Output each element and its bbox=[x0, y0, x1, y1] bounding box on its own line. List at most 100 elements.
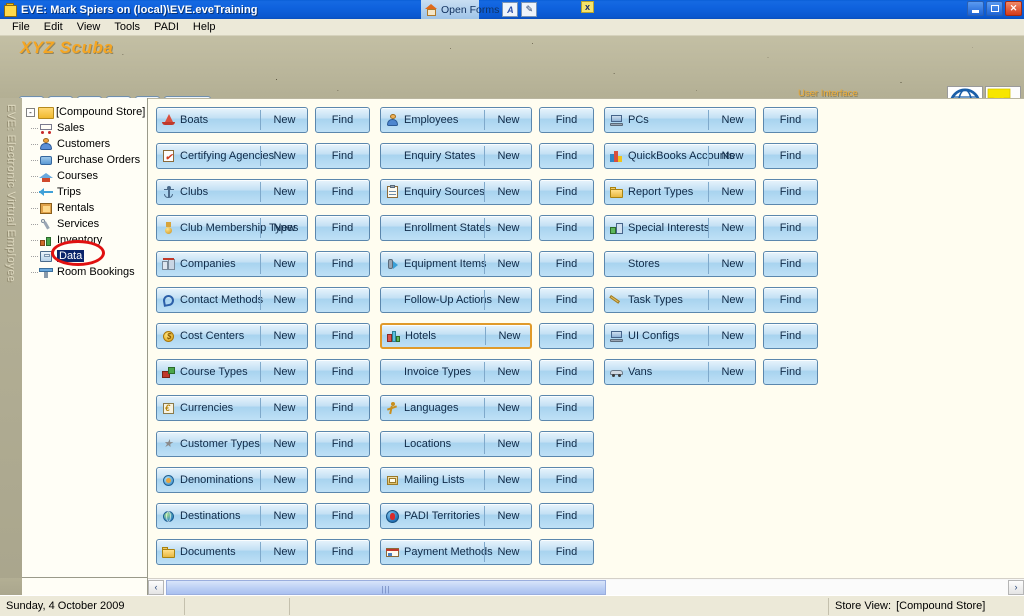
entity-button-stores[interactable]: Stores New bbox=[604, 251, 756, 277]
find-button-padi-territories[interactable]: Find bbox=[539, 503, 594, 529]
entity-button-languages[interactable]: Languages New bbox=[380, 395, 532, 421]
entity-button-vans[interactable]: Vans New bbox=[604, 359, 756, 385]
menu-item-file[interactable]: File bbox=[5, 20, 37, 34]
new-button-quickbooks-accounts[interactable]: New bbox=[708, 150, 757, 162]
menu-item-tools[interactable]: Tools bbox=[107, 20, 147, 34]
find-button-hotels[interactable]: Find bbox=[539, 323, 594, 349]
find-button-companies[interactable]: Find bbox=[315, 251, 370, 277]
new-button-customer-types[interactable]: New bbox=[260, 438, 309, 450]
new-button-companies[interactable]: New bbox=[260, 258, 309, 270]
entity-button-customer-types[interactable]: ★ Customer Types New bbox=[156, 431, 308, 457]
new-button-languages[interactable]: New bbox=[484, 402, 533, 414]
edit-button[interactable] bbox=[135, 96, 160, 98]
find-button-documents[interactable]: Find bbox=[315, 539, 370, 565]
find-button-enrollment-states[interactable]: Find bbox=[539, 215, 594, 241]
calendar-button[interactable]: 8 bbox=[106, 96, 131, 98]
new-button-course-types[interactable]: New bbox=[260, 366, 309, 378]
entity-button-employees[interactable]: Employees New bbox=[380, 107, 532, 133]
entity-button-hotels[interactable]: Hotels New bbox=[380, 323, 532, 349]
find-button-certifying-agencies[interactable]: Find bbox=[315, 143, 370, 169]
new-button-currencies[interactable]: New bbox=[260, 402, 309, 414]
new-button-clubs[interactable]: New bbox=[260, 186, 309, 198]
new-button-enrollment-states[interactable]: New bbox=[484, 222, 533, 234]
find-button-locations[interactable]: Find bbox=[539, 431, 594, 457]
entity-button-cost-centers[interactable]: $ Cost Centers New bbox=[156, 323, 308, 349]
tree-item-rentals[interactable]: Rentals bbox=[22, 200, 147, 216]
new-button-hotels[interactable]: New bbox=[485, 330, 534, 342]
tree-item-courses[interactable]: Courses bbox=[22, 168, 147, 184]
find-button-quickbooks-accounts[interactable]: Find bbox=[763, 143, 818, 169]
minimize-button[interactable] bbox=[967, 1, 984, 16]
horizontal-scrollbar[interactable]: ‹ ||| › bbox=[148, 578, 1024, 595]
find-button-destinations[interactable]: Find bbox=[315, 503, 370, 529]
tree-item-sales[interactable]: Sales bbox=[22, 120, 147, 136]
find-button-course-types[interactable]: Find bbox=[315, 359, 370, 385]
new-button-report-types[interactable]: New bbox=[708, 186, 757, 198]
find-button-clubs[interactable]: Find bbox=[315, 179, 370, 205]
open-folder-button[interactable] bbox=[19, 96, 44, 98]
find-button-denominations[interactable]: Find bbox=[315, 467, 370, 493]
entity-button-mailing-lists[interactable]: Mailing Lists New bbox=[380, 467, 532, 493]
find-button-ui-configs[interactable]: Find bbox=[763, 323, 818, 349]
new-button-ui-configs[interactable]: New bbox=[708, 330, 757, 342]
entity-button-padi-territories[interactable]: PADI Territories New bbox=[380, 503, 532, 529]
entity-button-special-interests[interactable]: Special Interests New bbox=[604, 215, 756, 241]
entity-button-enrollment-states[interactable]: Enrollment States New bbox=[380, 215, 532, 241]
new-button-task-types[interactable]: New bbox=[708, 294, 757, 306]
find-button-equipment-items[interactable]: Find bbox=[539, 251, 594, 277]
tree-item-customers[interactable]: Customers bbox=[22, 136, 147, 152]
menu-item-edit[interactable]: Edit bbox=[37, 20, 70, 34]
entity-button-club-membership-types[interactable]: Club Membership Types New bbox=[156, 215, 308, 241]
new-button-documents[interactable]: New bbox=[260, 546, 309, 558]
scrollbar-thumb[interactable]: ||| bbox=[166, 579, 606, 595]
new-button-cost-centers[interactable]: New bbox=[260, 330, 309, 342]
entity-button-currencies[interactable]: € Currencies New bbox=[156, 395, 308, 421]
home-button[interactable] bbox=[77, 96, 102, 98]
entity-button-companies[interactable]: Companies New bbox=[156, 251, 308, 277]
entity-button-contact-methods[interactable]: Contact Methods New bbox=[156, 287, 308, 313]
entity-button-denominations[interactable]: Denominations New bbox=[156, 467, 308, 493]
new-button-enquiry-states[interactable]: New bbox=[484, 150, 533, 162]
entity-button-documents[interactable]: Documents New bbox=[156, 539, 308, 565]
menu-item-help[interactable]: Help bbox=[186, 20, 223, 34]
find-button-follow-up-actions[interactable]: Find bbox=[539, 287, 594, 313]
new-button-invoice-types[interactable]: New bbox=[484, 366, 533, 378]
find-button-mailing-lists[interactable]: Find bbox=[539, 467, 594, 493]
new-button-employees[interactable]: New bbox=[484, 114, 533, 126]
new-button-follow-up-actions[interactable]: New bbox=[484, 294, 533, 306]
tree-item-room-bookings[interactable]: Room Bookings bbox=[22, 264, 147, 280]
tree-item-compound-store[interactable]: - [Compound Store] bbox=[22, 104, 147, 120]
find-button-vans[interactable]: Find bbox=[763, 359, 818, 385]
find-button-invoice-types[interactable]: Find bbox=[539, 359, 594, 385]
find-button-special-interests[interactable]: Find bbox=[763, 215, 818, 241]
new-button-payment-methods[interactable]: New bbox=[484, 546, 533, 558]
links-button[interactable]: ★ Links bbox=[164, 96, 211, 98]
tree-item-data[interactable]: Data bbox=[22, 248, 147, 264]
new-button-equipment-items[interactable]: New bbox=[484, 258, 533, 270]
new-button-special-interests[interactable]: New bbox=[708, 222, 757, 234]
open-forms-button-edit[interactable]: ✎ bbox=[521, 2, 538, 17]
entity-button-clubs[interactable]: Clubs New bbox=[156, 179, 308, 205]
new-button-contact-methods[interactable]: New bbox=[260, 294, 309, 306]
entity-button-enquiry-sources[interactable]: Enquiry Sources New bbox=[380, 179, 532, 205]
open-forms-close-icon[interactable]: x bbox=[581, 1, 594, 13]
tree-item-purchase-orders[interactable]: Purchase Orders bbox=[22, 152, 147, 168]
entity-button-equipment-items[interactable]: Equipment Items New bbox=[380, 251, 532, 277]
entity-button-quickbooks-accounts[interactable]: QuickBooks Accounts New bbox=[604, 143, 756, 169]
open-forms-button-a[interactable]: A bbox=[502, 2, 519, 17]
find-button-enquiry-sources[interactable]: Find bbox=[539, 179, 594, 205]
entity-button-follow-up-actions[interactable]: Follow-Up Actions New bbox=[380, 287, 532, 313]
refresh-button[interactable] bbox=[48, 96, 73, 98]
entity-button-ui-configs[interactable]: UI Configs New bbox=[604, 323, 756, 349]
new-button-mailing-lists[interactable]: New bbox=[484, 474, 533, 486]
find-button-currencies[interactable]: Find bbox=[315, 395, 370, 421]
entity-button-enquiry-states[interactable]: Enquiry States New bbox=[380, 143, 532, 169]
new-button-padi-territories[interactable]: New bbox=[484, 510, 533, 522]
find-button-payment-methods[interactable]: Find bbox=[539, 539, 594, 565]
entity-button-task-types[interactable]: Task Types New bbox=[604, 287, 756, 313]
new-button-stores[interactable]: New bbox=[708, 258, 757, 270]
find-button-enquiry-states[interactable]: Find bbox=[539, 143, 594, 169]
find-button-pcs[interactable]: Find bbox=[763, 107, 818, 133]
find-button-club-membership-types[interactable]: Find bbox=[315, 215, 370, 241]
tree-expander-icon[interactable]: - bbox=[26, 107, 35, 117]
